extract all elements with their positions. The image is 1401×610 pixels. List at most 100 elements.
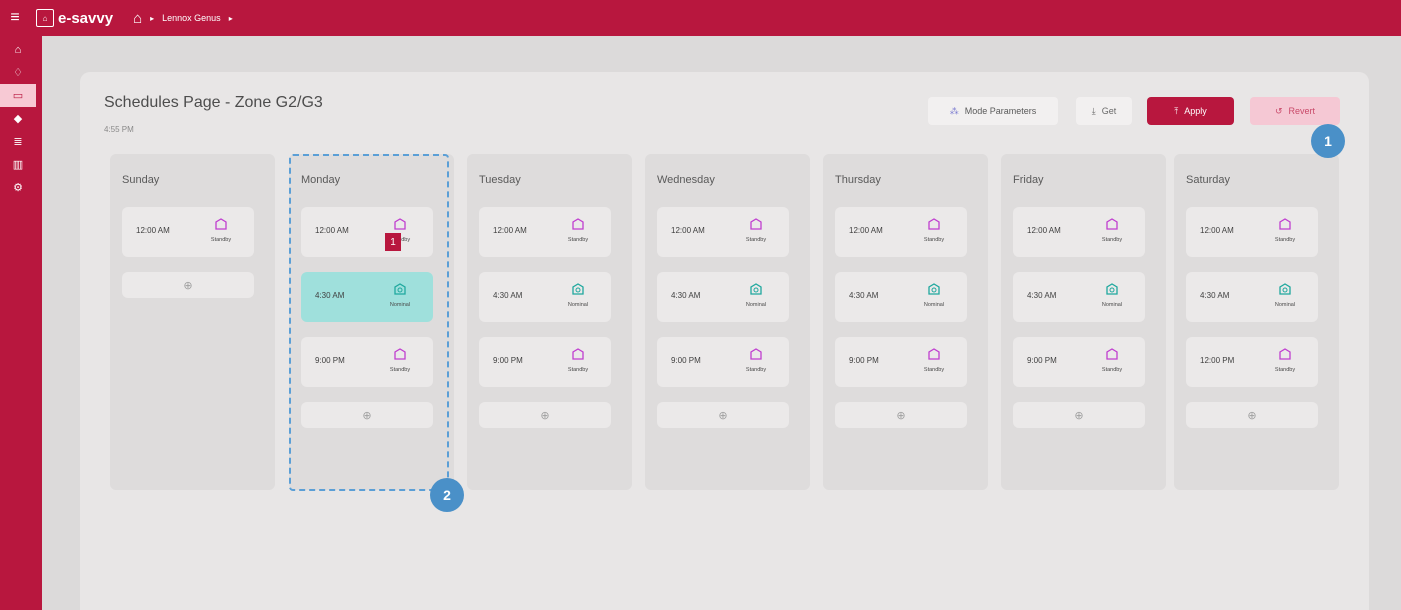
breadcrumb-item[interactable]: Lennox Genus (162, 13, 221, 23)
nominal-icon (1279, 283, 1291, 295)
slot-mode: Standby (1101, 367, 1123, 373)
slot-time: 4:30 AM (1200, 291, 1230, 300)
slot-time: 12:00 AM (671, 226, 705, 235)
slot-time: 4:30 AM (1027, 291, 1057, 300)
revert-label: Revert (1288, 106, 1316, 116)
slot-time: 12:00 AM (1027, 226, 1061, 235)
schedule-slot[interactable]: 12:00 AM Standby (479, 207, 611, 257)
slot-mode: Standby (567, 367, 589, 373)
day-name: Thursday (835, 174, 881, 186)
highlight-box (289, 154, 449, 491)
standby-icon (215, 218, 227, 230)
slot-time: 9:00 PM (849, 356, 879, 365)
standby-icon (750, 348, 762, 360)
sidebar: ⌂ ♢ ▭ ◆ ≣ ▥ ⚙ (0, 36, 42, 610)
revert-icon: ↺ (1274, 105, 1283, 116)
schedule-slot[interactable]: 12:00 AM Standby (1186, 207, 1318, 257)
day-column-tuesday: Tuesday 12:00 AM Standby 4:30 AM Nominal… (467, 154, 632, 490)
schedule-slot[interactable]: 9:00 PM Standby (835, 337, 967, 387)
slot-mode: Nominal (1101, 302, 1123, 308)
standby-icon (1279, 218, 1291, 230)
day-name: Saturday (1186, 174, 1231, 186)
hamburger-menu-icon[interactable]: ≡ (0, 0, 30, 36)
slot-mode: Nominal (1274, 302, 1296, 308)
callout-badge: 1 (1311, 124, 1345, 158)
slot-time: 12:00 AM (1200, 226, 1234, 235)
slot-mode: Standby (1274, 237, 1296, 243)
logo: ⌂ e-savvy (36, 9, 113, 27)
nominal-icon (1106, 283, 1118, 295)
schedule-slot[interactable]: 4:30 AM Nominal (1013, 272, 1145, 322)
settings-icon[interactable]: ⚙ (0, 176, 36, 199)
schedule-slot[interactable]: 12:00 AM Standby (657, 207, 789, 257)
home-icon[interactable]: ⌂ (0, 38, 36, 61)
add-slot-button[interactable]: ⊕ (657, 402, 789, 428)
home-icon[interactable]: ⌂ (133, 10, 142, 27)
slot-mode: Standby (923, 237, 945, 243)
slot-mode: Standby (1101, 237, 1123, 243)
top-bar: ≡ ⌂ e-savvy ⌂ ▸ Lennox Genus ▸ (0, 0, 1401, 36)
slot-mode: Standby (1274, 367, 1296, 373)
schedule-slot[interactable]: 4:30 AM Nominal (1186, 272, 1318, 322)
slot-mode: Standby (210, 237, 232, 243)
get-button[interactable]: ⤓ Get (1076, 97, 1132, 125)
revert-button[interactable]: ↺ Revert (1250, 97, 1340, 125)
add-slot-button[interactable]: ⊕ (1186, 402, 1318, 428)
standby-icon (750, 218, 762, 230)
callout-badge: 2 (430, 478, 464, 512)
schedule-slot[interactable]: 4:30 AM Nominal (657, 272, 789, 322)
breadcrumb: ⌂ ▸ Lennox Genus ▸ (133, 10, 233, 27)
add-slot-button[interactable]: ⊕ (122, 272, 254, 298)
apply-button[interactable]: ⤒ Apply (1147, 97, 1234, 125)
location-icon[interactable]: ◆ (0, 107, 36, 130)
day-name: Tuesday (479, 174, 521, 186)
slot-time: 12:00 AM (493, 226, 527, 235)
schedule-slot[interactable]: 4:30 AM Nominal (479, 272, 611, 322)
schedule-slot[interactable]: 12:00 AM Standby (122, 207, 254, 257)
standby-icon (1106, 218, 1118, 230)
logo-text: e-savvy (58, 9, 114, 27)
download-icon: ⤓ (1091, 105, 1096, 116)
add-slot-button[interactable]: ⊕ (835, 402, 967, 428)
standby-icon (1106, 348, 1118, 360)
logo-icon: ⌂ (36, 9, 54, 27)
standby-icon (928, 218, 940, 230)
schedule-slot[interactable]: 4:30 AM Nominal (835, 272, 967, 322)
day-column-saturday: Saturday 12:00 AM Standby 4:30 AM Nomina… (1174, 154, 1339, 490)
page-title: Schedules Page - Zone G2/G3 (104, 94, 323, 111)
slot-time: 12:00 AM (136, 226, 170, 235)
apply-label: Apply (1184, 106, 1207, 116)
add-slot-button[interactable]: ⊕ (1013, 402, 1145, 428)
bell-icon[interactable]: ♢ (0, 61, 36, 84)
slot-time: 9:00 PM (671, 356, 701, 365)
slot-mode: Nominal (923, 302, 945, 308)
slot-time: 4:30 AM (849, 291, 879, 300)
calendar-icon[interactable]: ▭ (0, 84, 36, 107)
slot-time: 4:30 AM (493, 291, 523, 300)
nominal-icon (928, 283, 940, 295)
schedule-slot[interactable]: 9:00 PM Standby (657, 337, 789, 387)
annotation-tag: 1 (385, 233, 401, 251)
standby-icon (1279, 348, 1291, 360)
standby-icon (928, 348, 940, 360)
schedule-slot[interactable]: 9:00 PM Standby (1013, 337, 1145, 387)
mode-parameters-button[interactable]: ⁂ Mode Parameters (928, 97, 1058, 125)
mode-parameters-label: Mode Parameters (964, 106, 1037, 116)
list-icon[interactable]: ≣ (0, 130, 36, 153)
day-name: Sunday (122, 174, 160, 186)
schedule-slot[interactable]: 12:00 AM Standby (835, 207, 967, 257)
chart-icon[interactable]: ▥ (0, 153, 36, 176)
schedules-panel: Schedules Page - Zone G2/G3 4:55 PM ⁂ Mo… (80, 72, 1369, 610)
slot-mode: Nominal (745, 302, 767, 308)
slot-time: 12:00 AM (849, 226, 883, 235)
chevron-right-icon: ▸ (150, 13, 155, 23)
day-name: Wednesday (657, 174, 715, 186)
schedule-slot[interactable]: 12:00 PM Standby (1186, 337, 1318, 387)
day-column-sunday: Sunday 12:00 AM Standby ⊕ (110, 154, 275, 490)
day-column-thursday: Thursday 12:00 AM Standby 4:30 AM Nomina… (823, 154, 988, 490)
schedule-slot[interactable]: 12:00 AM Standby (1013, 207, 1145, 257)
schedule-slot[interactable]: 9:00 PM Standby (479, 337, 611, 387)
current-time: 4:55 PM (104, 125, 134, 134)
add-slot-button[interactable]: ⊕ (479, 402, 611, 428)
slot-mode: Standby (923, 367, 945, 373)
